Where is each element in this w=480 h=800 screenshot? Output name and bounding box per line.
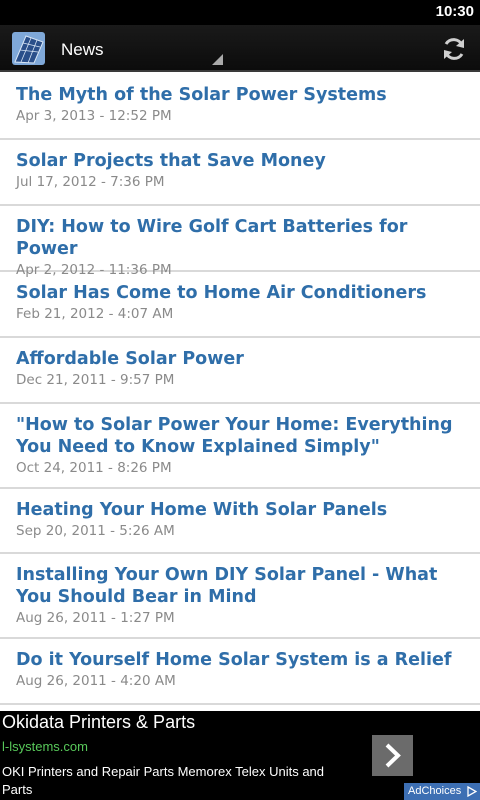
news-title: Heating Your Home With Solar Panels bbox=[16, 500, 388, 520]
news-date: Feb 21, 2012 - 4:07 AM bbox=[16, 306, 174, 322]
news-item[interactable]: Heating Your Home With Solar Panels Sep … bbox=[0, 489, 480, 554]
news-item[interactable]: Affordable Solar Power Dec 21, 2011 - 9:… bbox=[0, 338, 480, 404]
news-date: Jul 17, 2012 - 7:36 PM bbox=[16, 174, 165, 190]
action-bar-title[interactable]: News bbox=[61, 40, 104, 60]
ad-banner[interactable]: Okidata Printers & Parts l-lsystems.com … bbox=[0, 711, 480, 800]
news-title: "How to Solar Power Your Home: Everythin… bbox=[16, 415, 453, 457]
news-item[interactable]: "How to Solar Power Your Home: Everythin… bbox=[0, 404, 480, 489]
adchoices-label: AdChoices bbox=[408, 785, 462, 797]
news-item[interactable]: Solar Projects that Save Money Jul 17, 2… bbox=[0, 140, 480, 206]
news-date: Oct 24, 2011 - 8:26 PM bbox=[16, 460, 172, 476]
adchoices-badge[interactable]: AdChoices bbox=[404, 783, 480, 800]
spinner-indicator-icon[interactable] bbox=[212, 54, 223, 65]
news-title: The Myth of the Solar Power Systems bbox=[16, 85, 387, 105]
news-date: Sep 20, 2011 - 5:26 AM bbox=[16, 523, 175, 539]
news-title: Installing Your Own DIY Solar Panel - Wh… bbox=[16, 565, 438, 607]
news-title: Solar Has Come to Home Air Conditioners bbox=[16, 283, 427, 303]
news-title: Do it Yourself Home Solar System is a Re… bbox=[16, 650, 452, 670]
news-date: Aug 26, 2011 - 4:20 AM bbox=[16, 673, 176, 689]
action-bar: News bbox=[0, 25, 480, 72]
adchoices-icon bbox=[467, 786, 477, 797]
news-title: Solar Projects that Save Money bbox=[16, 151, 326, 171]
refresh-icon[interactable] bbox=[440, 35, 468, 63]
chevron-right-icon[interactable] bbox=[372, 735, 413, 776]
news-item[interactable]: Do it Yourself Home Solar System is a Re… bbox=[0, 639, 480, 705]
news-title: DIY: How to Wire Golf Cart Batteries for… bbox=[16, 217, 408, 259]
news-title: Affordable Solar Power bbox=[16, 349, 244, 369]
news-date: Dec 21, 2011 - 9:57 PM bbox=[16, 372, 175, 388]
status-bar: 10:30 bbox=[0, 0, 480, 25]
news-date: Aug 26, 2011 - 1:27 PM bbox=[16, 610, 175, 626]
ad-description: OKI Printers and Repair Parts Memorex Te… bbox=[2, 764, 325, 797]
ad-url[interactable]: l-lsystems.com bbox=[2, 739, 88, 754]
news-list: The Myth of the Solar Power Systems Apr … bbox=[0, 74, 480, 711]
news-item[interactable]: DIY: How to Wire Golf Cart Batteries for… bbox=[0, 206, 480, 278]
news-item[interactable]: Installing Your Own DIY Solar Panel - Wh… bbox=[0, 554, 480, 639]
news-date: Apr 3, 2013 - 12:52 PM bbox=[16, 108, 172, 124]
solar-panel-icon[interactable] bbox=[12, 32, 45, 65]
status-clock: 10:30 bbox=[435, 3, 474, 20]
news-item[interactable]: The Myth of the Solar Power Systems Apr … bbox=[0, 74, 480, 140]
news-item[interactable]: Solar Has Come to Home Air Conditioners … bbox=[0, 272, 480, 338]
ad-title[interactable]: Okidata Printers & Parts bbox=[2, 712, 195, 733]
